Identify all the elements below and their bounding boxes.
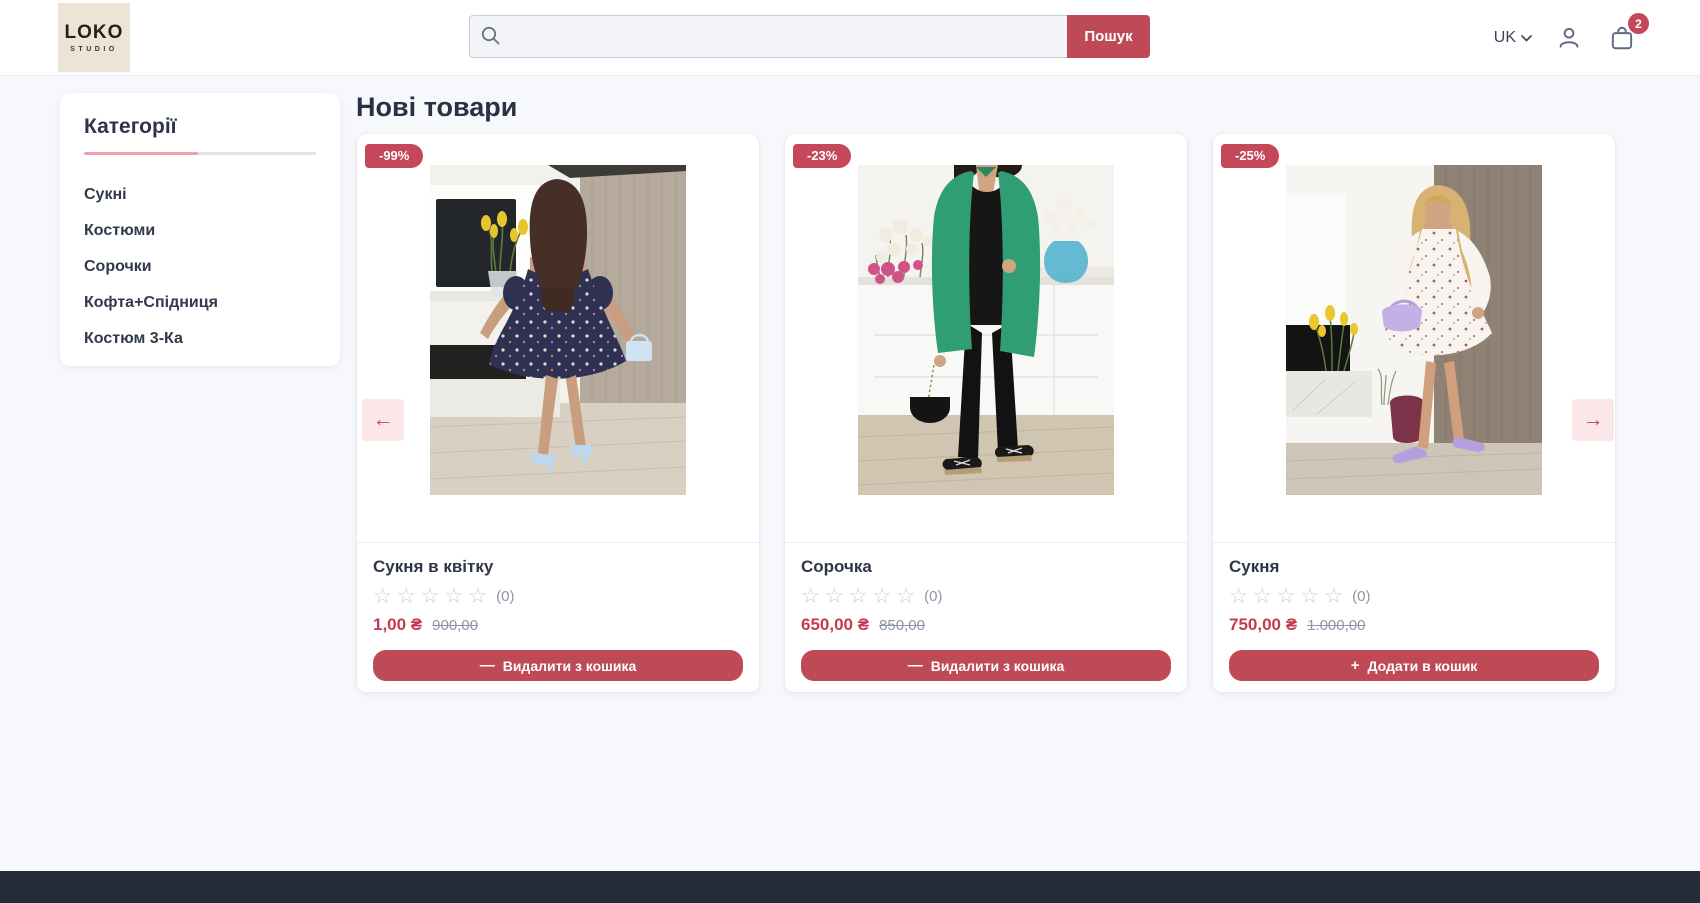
product-prices: 750,00 ₴ 1.000,00 xyxy=(1229,615,1599,635)
logo-subtitle: STUDIO xyxy=(70,46,117,53)
minus-icon: — xyxy=(908,657,923,674)
categories-panel: Категорії Сукні Костюми Сорочки Кофта+Сп… xyxy=(60,93,340,366)
sidebar-item-sukni[interactable]: Сукні xyxy=(84,177,316,213)
page-title: Нові товари xyxy=(356,92,517,123)
old-price: 900,00 xyxy=(432,617,478,634)
cart-button-label: Видалити з кошика xyxy=(931,658,1065,674)
product-title[interactable]: Сорочка xyxy=(801,557,1171,577)
plus-icon: + xyxy=(1351,657,1360,674)
header-actions: UK 2 xyxy=(1494,0,1638,76)
arrow-left-icon: ← xyxy=(373,408,394,432)
product-rating: ☆ ☆ ☆ ☆ ☆ (0) xyxy=(801,586,1171,607)
star-icon: ☆ xyxy=(1277,586,1296,607)
product-rating: ☆ ☆ ☆ ☆ ☆ (0) xyxy=(1229,586,1599,607)
cart-count-badge: 2 xyxy=(1628,13,1649,34)
product-photo-link[interactable]: -99% xyxy=(357,134,759,543)
person-icon xyxy=(1556,25,1582,51)
star-icon: ☆ xyxy=(1324,586,1343,607)
sidebar-item-kostium-3ka[interactable]: Костюм 3-Ка xyxy=(84,321,316,357)
star-icon: ☆ xyxy=(1300,586,1319,607)
product-photo xyxy=(1286,165,1542,495)
product-photo-link[interactable]: -23% xyxy=(785,134,1187,543)
remove-from-cart-button[interactable]: — Видалити з кошика xyxy=(801,650,1171,681)
product-rating: ☆ ☆ ☆ ☆ ☆ (0) xyxy=(373,586,743,607)
star-icon: ☆ xyxy=(896,586,915,607)
star-icon: ☆ xyxy=(801,586,820,607)
search-input[interactable] xyxy=(469,15,1067,58)
rating-count: (0) xyxy=(924,588,942,605)
logo-text: LOKO xyxy=(65,22,124,44)
cart-button-label: Видалити з кошика xyxy=(503,658,637,674)
categories-divider xyxy=(84,152,316,155)
star-icon: ☆ xyxy=(872,586,891,607)
current-price: 650,00 ₴ xyxy=(801,615,869,635)
discount-badge: -25% xyxy=(1221,144,1279,168)
old-price: 850,00 xyxy=(879,617,925,634)
product-card: -99% xyxy=(356,133,760,693)
star-icon: ☆ xyxy=(397,586,416,607)
minus-icon: — xyxy=(480,657,495,674)
star-icon: ☆ xyxy=(421,586,440,607)
add-to-cart-button[interactable]: + Додати в кошик xyxy=(1229,650,1599,681)
product-title[interactable]: Сукня xyxy=(1229,557,1599,577)
current-price: 1,00 ₴ xyxy=(373,615,422,635)
arrow-right-icon: → xyxy=(1583,408,1604,432)
star-icon: ☆ xyxy=(825,586,844,607)
account-button[interactable] xyxy=(1554,23,1584,53)
product-card: -23% xyxy=(784,133,1188,693)
language-selector[interactable]: UK xyxy=(1494,29,1532,47)
star-icon: ☆ xyxy=(373,586,392,607)
star-icon: ☆ xyxy=(468,586,487,607)
search-button[interactable]: Пошук xyxy=(1067,15,1150,58)
star-icon: ☆ xyxy=(1253,586,1272,607)
discount-badge: -23% xyxy=(793,144,851,168)
product-photo-link[interactable]: -25% xyxy=(1213,134,1615,543)
cart-button-label: Додати в кошик xyxy=(1368,658,1478,674)
new-products-carousel: -99% xyxy=(356,133,1616,703)
header: LOKO STUDIO Пошук UK xyxy=(0,0,1700,76)
rating-count: (0) xyxy=(1352,588,1370,605)
product-photo xyxy=(430,165,686,495)
carousel-prev-button[interactable]: ← xyxy=(362,399,404,441)
product-info: Сукня в квітку ☆ ☆ ☆ ☆ ☆ (0) 1,00 ₴ 900,… xyxy=(357,543,759,697)
product-prices: 650,00 ₴ 850,00 xyxy=(801,615,1171,635)
discount-badge: -99% xyxy=(365,144,423,168)
remove-from-cart-button[interactable]: — Видалити з кошика xyxy=(373,650,743,681)
old-price: 1.000,00 xyxy=(1307,617,1365,634)
chevron-down-icon xyxy=(1521,35,1532,42)
language-label: UK xyxy=(1494,29,1516,47)
categories-list: Сукні Костюми Сорочки Кофта+Спідниця Кос… xyxy=(84,177,316,357)
categories-title: Категорії xyxy=(84,115,316,139)
sidebar-item-kostiumy[interactable]: Костюми xyxy=(84,213,316,249)
star-icon: ☆ xyxy=(849,586,868,607)
cart-button[interactable]: 2 xyxy=(1606,22,1638,54)
product-info: Сукня ☆ ☆ ☆ ☆ ☆ (0) 750,00 ₴ 1.000,00 + … xyxy=(1213,543,1615,697)
sidebar-item-sorochky[interactable]: Сорочки xyxy=(84,249,316,285)
logo[interactable]: LOKO STUDIO xyxy=(58,3,130,72)
product-title[interactable]: Сукня в квітку xyxy=(373,557,743,577)
product-photo xyxy=(858,165,1114,495)
product-card: -25% xyxy=(1212,133,1616,693)
star-icon: ☆ xyxy=(444,586,463,607)
rating-count: (0) xyxy=(496,588,514,605)
product-prices: 1,00 ₴ 900,00 xyxy=(373,615,743,635)
sidebar-item-kofta-spidnytsia[interactable]: Кофта+Спідниця xyxy=(84,285,316,321)
search-bar: Пошук xyxy=(469,15,1150,58)
star-icon: ☆ xyxy=(1229,586,1248,607)
current-price: 750,00 ₴ xyxy=(1229,615,1297,635)
footer xyxy=(0,871,1700,903)
carousel-next-button[interactable]: → xyxy=(1572,399,1614,441)
product-info: Сорочка ☆ ☆ ☆ ☆ ☆ (0) 650,00 ₴ 850,00 — … xyxy=(785,543,1187,697)
